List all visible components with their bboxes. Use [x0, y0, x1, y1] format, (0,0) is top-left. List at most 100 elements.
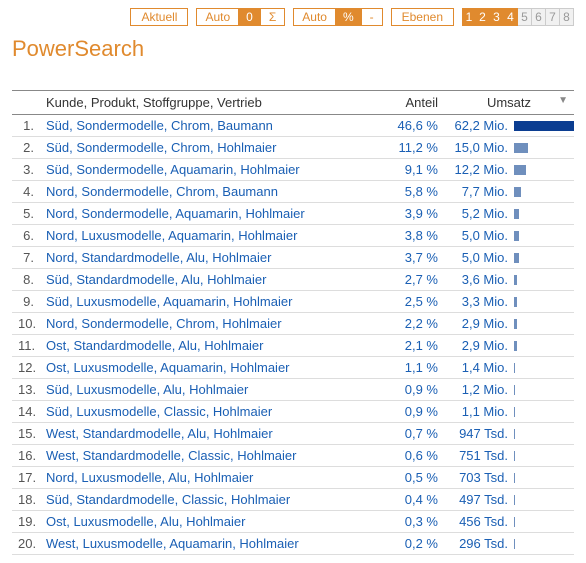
- desc-cell[interactable]: West, Luxusmodelle, Aquamarin, Hohlmaier: [40, 533, 382, 555]
- anteil-cell[interactable]: 9,1 %: [382, 159, 444, 181]
- desc-cell[interactable]: Süd, Sondermodelle, Chrom, Hohlmaier: [40, 137, 382, 159]
- desc-cell[interactable]: Nord, Sondermodelle, Aquamarin, Hohlmaie…: [40, 203, 382, 225]
- anteil-cell[interactable]: 3,7 %: [382, 247, 444, 269]
- umsatz-cell[interactable]: 5,2 Mio.: [444, 203, 574, 225]
- table-row[interactable]: 20.West, Luxusmodelle, Aquamarin, Hohlma…: [12, 533, 574, 555]
- anteil-cell[interactable]: 0,5 %: [382, 467, 444, 489]
- anteil-cell[interactable]: 0,4 %: [382, 489, 444, 511]
- umsatz-cell[interactable]: 15,0 Mio.: [444, 137, 574, 159]
- desc-cell[interactable]: West, Standardmodelle, Classic, Hohlmaie…: [40, 445, 382, 467]
- desc-cell[interactable]: Süd, Luxusmodelle, Alu, Hohlmaier: [40, 379, 382, 401]
- umsatz-cell[interactable]: 3,3 Mio.: [444, 291, 574, 313]
- umsatz-cell[interactable]: 703 Tsd.: [444, 467, 574, 489]
- table-row[interactable]: 7.Nord, Standardmodelle, Alu, Hohlmaier3…: [12, 247, 574, 269]
- anteil-cell[interactable]: 5,8 %: [382, 181, 444, 203]
- anteil-cell[interactable]: 3,8 %: [382, 225, 444, 247]
- desc-cell[interactable]: Nord, Sondermodelle, Chrom, Hohlmaier: [40, 313, 382, 335]
- anteil-cell[interactable]: 2,5 %: [382, 291, 444, 313]
- percent-button[interactable]: %: [336, 8, 361, 26]
- anteil-cell[interactable]: 2,2 %: [382, 313, 444, 335]
- table-row[interactable]: 13.Süd, Luxusmodelle, Alu, Hohlmaier0,9 …: [12, 379, 574, 401]
- level-6[interactable]: 6: [532, 8, 546, 26]
- zero-button[interactable]: 0: [239, 8, 260, 26]
- table-row[interactable]: 1.Süd, Sondermodelle, Chrom, Baumann46,6…: [12, 115, 574, 137]
- umsatz-cell[interactable]: 62,2 Mio.: [444, 115, 574, 137]
- anteil-cell[interactable]: 1,1 %: [382, 357, 444, 379]
- level-7[interactable]: 7: [546, 8, 560, 26]
- aktuell-button[interactable]: Aktuell: [130, 8, 188, 26]
- umsatz-cell[interactable]: 12,2 Mio.: [444, 159, 574, 181]
- umsatz-cell[interactable]: 2,9 Mio.: [444, 335, 574, 357]
- anteil-cell[interactable]: 0,9 %: [382, 379, 444, 401]
- desc-cell[interactable]: West, Standardmodelle, Alu, Hohlmaier: [40, 423, 382, 445]
- table-row[interactable]: 16.West, Standardmodelle, Classic, Hohlm…: [12, 445, 574, 467]
- umsatz-cell[interactable]: 751 Tsd.: [444, 445, 574, 467]
- umsatz-cell[interactable]: 5,0 Mio.: [444, 225, 574, 247]
- desc-cell[interactable]: Ost, Luxusmodelle, Alu, Hohlmaier: [40, 511, 382, 533]
- umsatz-cell[interactable]: 456 Tsd.: [444, 511, 574, 533]
- table-row[interactable]: 14.Süd, Luxusmodelle, Classic, Hohlmaier…: [12, 401, 574, 423]
- col-rank[interactable]: [12, 91, 40, 115]
- anteil-cell[interactable]: 0,9 %: [382, 401, 444, 423]
- desc-cell[interactable]: Süd, Sondermodelle, Aquamarin, Hohlmaier: [40, 159, 382, 181]
- anteil-cell[interactable]: 0,6 %: [382, 445, 444, 467]
- anteil-cell[interactable]: 46,6 %: [382, 115, 444, 137]
- level-2[interactable]: 2: [476, 8, 490, 26]
- table-row[interactable]: 8.Süd, Standardmodelle, Alu, Hohlmaier2,…: [12, 269, 574, 291]
- ebenen-button[interactable]: Ebenen: [391, 8, 454, 26]
- desc-cell[interactable]: Ost, Standardmodelle, Alu, Hohlmaier: [40, 335, 382, 357]
- umsatz-cell[interactable]: 1,1 Mio.: [444, 401, 574, 423]
- desc-cell[interactable]: Süd, Standardmodelle, Alu, Hohlmaier: [40, 269, 382, 291]
- anteil-cell[interactable]: 0,2 %: [382, 533, 444, 555]
- desc-cell[interactable]: Süd, Sondermodelle, Chrom, Baumann: [40, 115, 382, 137]
- table-row[interactable]: 6.Nord, Luxusmodelle, Aquamarin, Hohlmai…: [12, 225, 574, 247]
- desc-cell[interactable]: Nord, Luxusmodelle, Aquamarin, Hohlmaier: [40, 225, 382, 247]
- desc-cell[interactable]: Süd, Luxusmodelle, Aquamarin, Hohlmaier: [40, 291, 382, 313]
- col-umsatz[interactable]: Umsatz ▼: [444, 91, 574, 115]
- anteil-cell[interactable]: 2,7 %: [382, 269, 444, 291]
- table-row[interactable]: 2.Süd, Sondermodelle, Chrom, Hohlmaier11…: [12, 137, 574, 159]
- auto1-button[interactable]: Auto: [196, 8, 239, 26]
- anteil-cell[interactable]: 0,7 %: [382, 423, 444, 445]
- anteil-cell[interactable]: 2,1 %: [382, 335, 444, 357]
- table-row[interactable]: 15.West, Standardmodelle, Alu, Hohlmaier…: [12, 423, 574, 445]
- table-row[interactable]: 9.Süd, Luxusmodelle, Aquamarin, Hohlmaie…: [12, 291, 574, 313]
- table-row[interactable]: 18.Süd, Standardmodelle, Classic, Hohlma…: [12, 489, 574, 511]
- col-desc[interactable]: Kunde, Produkt, Stoffgruppe, Vertrieb: [40, 91, 382, 115]
- umsatz-cell[interactable]: 1,4 Mio.: [444, 357, 574, 379]
- desc-cell[interactable]: Süd, Standardmodelle, Classic, Hohlmaier: [40, 489, 382, 511]
- desc-cell[interactable]: Nord, Luxusmodelle, Alu, Hohlmaier: [40, 467, 382, 489]
- umsatz-cell[interactable]: 947 Tsd.: [444, 423, 574, 445]
- desc-cell[interactable]: Nord, Sondermodelle, Chrom, Baumann: [40, 181, 382, 203]
- table-row[interactable]: 19.Ost, Luxusmodelle, Alu, Hohlmaier0,3 …: [12, 511, 574, 533]
- level-5[interactable]: 5: [518, 8, 532, 26]
- anteil-cell[interactable]: 0,3 %: [382, 511, 444, 533]
- umsatz-cell[interactable]: 3,6 Mio.: [444, 269, 574, 291]
- table-row[interactable]: 4.Nord, Sondermodelle, Chrom, Baumann5,8…: [12, 181, 574, 203]
- table-row[interactable]: 12.Ost, Luxusmodelle, Aquamarin, Hohlmai…: [12, 357, 574, 379]
- anteil-cell[interactable]: 11,2 %: [382, 137, 444, 159]
- umsatz-cell[interactable]: 497 Tsd.: [444, 489, 574, 511]
- umsatz-cell[interactable]: 1,2 Mio.: [444, 379, 574, 401]
- minus-button[interactable]: -: [361, 8, 383, 26]
- table-row[interactable]: 10.Nord, Sondermodelle, Chrom, Hohlmaier…: [12, 313, 574, 335]
- level-3[interactable]: 3: [490, 8, 504, 26]
- desc-cell[interactable]: Nord, Standardmodelle, Alu, Hohlmaier: [40, 247, 382, 269]
- level-8[interactable]: 8: [560, 8, 574, 26]
- table-row[interactable]: 3.Süd, Sondermodelle, Aquamarin, Hohlmai…: [12, 159, 574, 181]
- umsatz-cell[interactable]: 2,9 Mio.: [444, 313, 574, 335]
- sigma-button[interactable]: Σ: [260, 8, 285, 26]
- anteil-cell[interactable]: 3,9 %: [382, 203, 444, 225]
- table-row[interactable]: 17.Nord, Luxusmodelle, Alu, Hohlmaier0,5…: [12, 467, 574, 489]
- auto2-button[interactable]: Auto: [293, 8, 336, 26]
- col-anteil[interactable]: Anteil: [382, 91, 444, 115]
- table-row[interactable]: 11.Ost, Standardmodelle, Alu, Hohlmaier2…: [12, 335, 574, 357]
- desc-cell[interactable]: Ost, Luxusmodelle, Aquamarin, Hohlmaier: [40, 357, 382, 379]
- umsatz-cell[interactable]: 296 Tsd.: [444, 533, 574, 555]
- umsatz-cell[interactable]: 5,0 Mio.: [444, 247, 574, 269]
- table-row[interactable]: 5.Nord, Sondermodelle, Aquamarin, Hohlma…: [12, 203, 574, 225]
- desc-cell[interactable]: Süd, Luxusmodelle, Classic, Hohlmaier: [40, 401, 382, 423]
- umsatz-cell[interactable]: 7,7 Mio.: [444, 181, 574, 203]
- level-4[interactable]: 4: [504, 8, 518, 26]
- level-1[interactable]: 1: [462, 8, 476, 26]
